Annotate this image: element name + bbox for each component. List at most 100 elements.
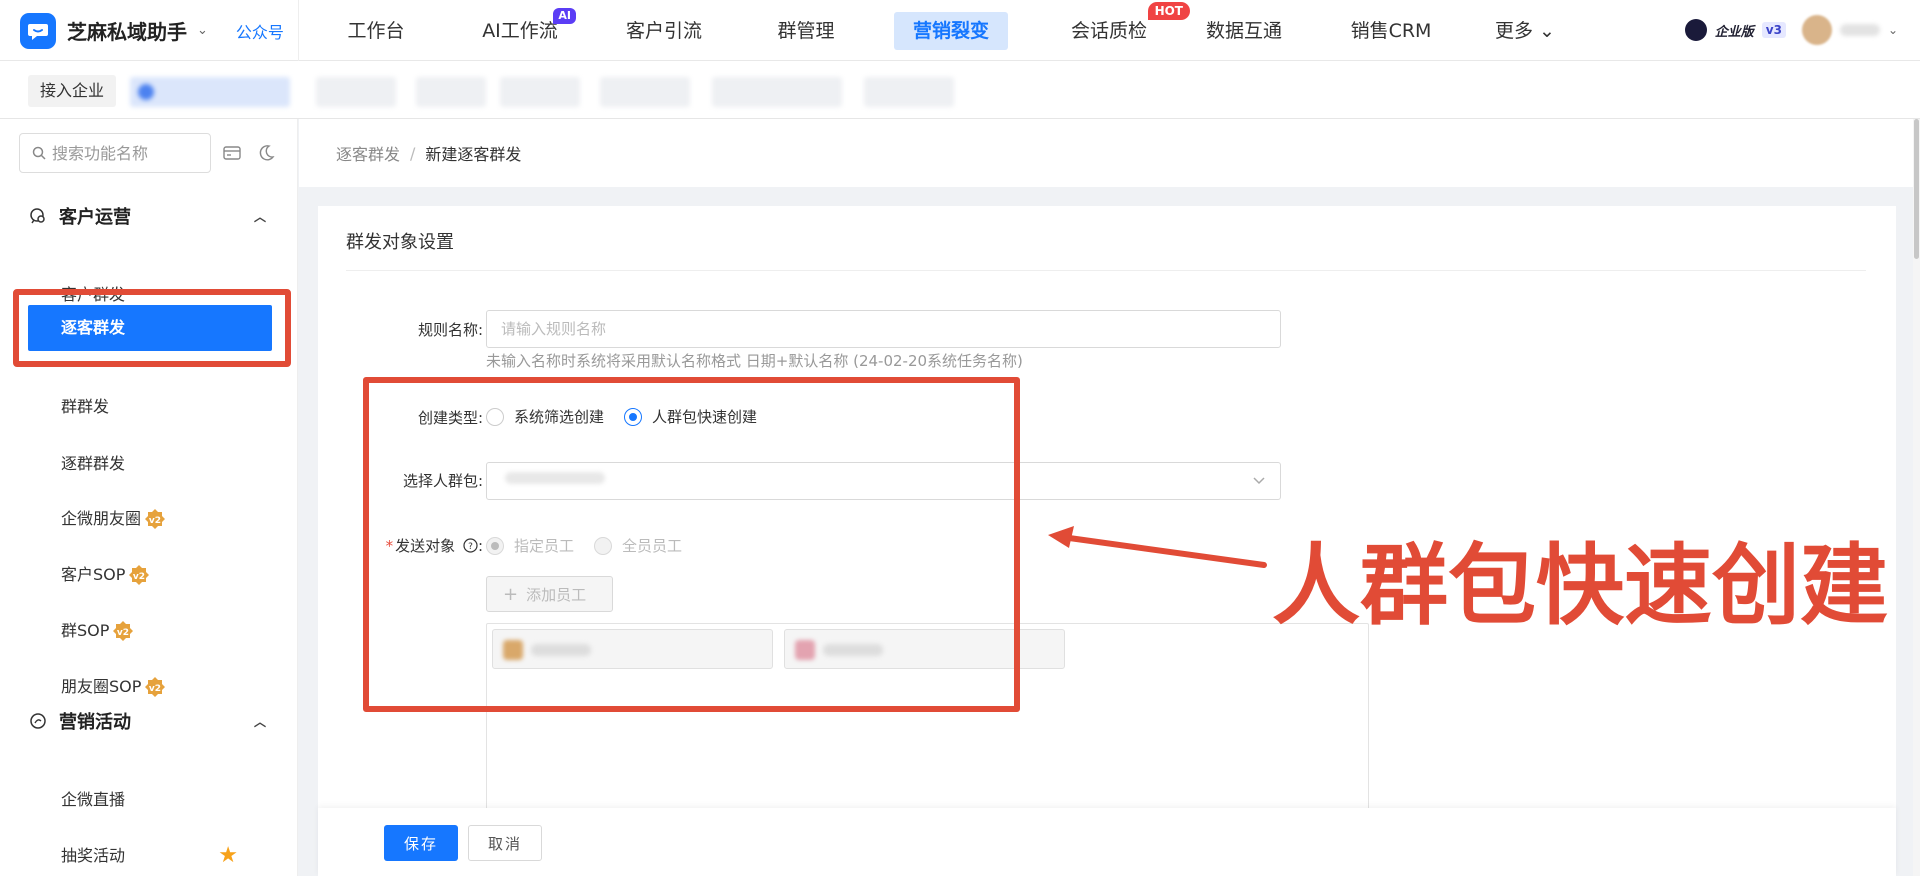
edition-version-badge: v3	[1761, 22, 1786, 38]
nav-item-workbench[interactable]: 工作台	[336, 12, 416, 50]
brand-name: 芝麻私域助手	[67, 20, 187, 44]
breadcrumb-current: 新建逐客群发	[425, 145, 522, 164]
radio-label[interactable]: 指定员工	[514, 535, 574, 556]
rule-name-label: 规则名称:	[417, 321, 483, 339]
staff-avatar	[503, 640, 523, 660]
enterprise-tab[interactable]	[500, 77, 580, 107]
rule-name-hint: 未输入名称时系统将采用默认名称格式 日期+默认名称 (24-02-20系统任务名…	[486, 352, 1023, 370]
plus-icon: +	[503, 583, 519, 605]
brand-area[interactable]: 芝麻私域助手 ⌄ 公众号	[0, 0, 298, 61]
v2-badge-icon: v2	[112, 620, 134, 642]
menu-item-lottery[interactable]: 抽奖活动 ★	[28, 833, 272, 876]
enterprise-tab[interactable]	[600, 77, 690, 107]
official-account-link[interactable]: 公众号	[236, 19, 284, 43]
nav-item-more[interactable]: 更多 ⌄	[1490, 12, 1560, 50]
enterprise-tab-active[interactable]	[130, 77, 290, 107]
cancel-button[interactable]: 取消	[468, 825, 542, 861]
breadcrumb-parent-link[interactable]: 逐客群发	[336, 141, 400, 165]
radio-specific-staff[interactable]	[486, 536, 504, 555]
scrollbar-thumb[interactable]	[1914, 119, 1919, 259]
annotation-label: 人群包快速创建	[1272, 534, 1889, 637]
chevron-down-icon	[1252, 470, 1266, 494]
enterprise-tabs-bar: 接入企业	[0, 61, 1920, 119]
nav-item-session-inspection[interactable]: 会话质检 HOT	[1054, 2, 1190, 50]
radio-crowd-pack-quick[interactable]	[624, 407, 643, 426]
staff-name-blurred	[823, 644, 883, 656]
page-scrollbar[interactable]	[1913, 119, 1920, 876]
account-area[interactable]: 企业版 v3 ⌄	[1684, 14, 1898, 46]
add-staff-button[interactable]: + 添加员工	[486, 576, 613, 612]
section-title: 群发对象设置	[346, 232, 454, 253]
collapse-chevron-up-icon[interactable]: ︿	[254, 713, 266, 730]
search-icon	[32, 146, 46, 160]
menu-group-title: 客户运营	[59, 207, 131, 228]
enterprise-logo-icon	[1684, 19, 1707, 41]
hot-badge: HOT	[1147, 2, 1190, 20]
function-search-box[interactable]	[19, 133, 211, 173]
radio-label[interactable]: 人群包快速创建	[652, 406, 757, 427]
top-navigation: 芝麻私域助手 ⌄ 公众号 工作台 AI工作流 AI 客户引流 群管理 营销裂变 会…	[0, 0, 1920, 61]
form-footer: 保存 取消	[318, 808, 1896, 876]
nav-item-group-management[interactable]: 群管理	[766, 12, 846, 50]
crowd-pack-select[interactable]	[486, 462, 1281, 500]
ai-badge: AI	[553, 8, 576, 24]
rule-name-input[interactable]	[487, 311, 1280, 347]
customer-operation-icon	[27, 207, 49, 225]
enterprise-tab-icon	[138, 84, 154, 100]
nav-divider	[298, 0, 299, 61]
save-button[interactable]: 保存	[384, 825, 458, 861]
nav-item-sales-crm[interactable]: 销售CRM	[1336, 12, 1446, 50]
user-avatar[interactable]	[1801, 15, 1832, 45]
collapse-chevron-up-icon[interactable]: ︿	[254, 208, 266, 225]
enterprise-tab[interactable]	[416, 77, 486, 107]
nav-item-ai-workflow[interactable]: AI工作流 AI	[470, 8, 576, 50]
menu-group-marketing-activity[interactable]: 营销活动 ︿	[0, 701, 298, 741]
section-divider	[346, 270, 1866, 271]
enterprise-tab[interactable]	[864, 77, 954, 107]
staff-chip[interactable]	[784, 629, 1065, 669]
v2-badge-icon: v2	[144, 676, 166, 698]
menu-item-group-broadcast[interactable]: 群群发	[28, 384, 272, 430]
v2-badge-icon: v2	[128, 564, 150, 586]
selected-value-blurred	[505, 472, 605, 484]
edition-label: 企业版	[1714, 24, 1754, 40]
send-target-label: * 发送对象 ?:	[385, 537, 483, 555]
marketing-activity-icon	[27, 712, 49, 730]
menu-item-wecom-moments[interactable]: 企微朋友圈 v2	[28, 496, 272, 542]
user-menu-chevron-icon[interactable]: ⌄	[1888, 23, 1898, 37]
staff-chip[interactable]	[492, 629, 773, 669]
brand-logo-icon	[20, 12, 56, 49]
breadcrumb-separator: /	[410, 143, 416, 163]
enterprise-tab[interactable]	[712, 77, 842, 107]
dark-mode-icon[interactable]	[255, 142, 277, 164]
menu-group-customer-operation[interactable]: 客户运营 ︿	[0, 196, 298, 236]
v2-badge-icon: v2	[144, 508, 166, 530]
enterprise-tab[interactable]	[316, 77, 396, 107]
menu-item-wecom-live[interactable]: 企微直播	[28, 777, 272, 823]
create-type-radio-group: 系统筛选创建 人群包快速创建	[486, 406, 777, 427]
svg-text:v2: v2	[149, 684, 161, 694]
user-name-blurred	[1839, 24, 1880, 36]
required-mark: *	[385, 537, 394, 555]
svg-text:?: ?	[468, 542, 473, 552]
menu-item-one-by-one-broadcast[interactable]: 逐客群发	[28, 305, 272, 351]
menu-item-per-group-broadcast[interactable]: 逐群群发	[28, 441, 272, 487]
radio-label[interactable]: 系统筛选创建	[514, 406, 604, 427]
function-search-input[interactable]	[52, 143, 202, 163]
annotation-arrow-icon	[1048, 526, 1267, 568]
nav-item-marketing-fission[interactable]: 营销裂变	[894, 12, 1008, 50]
nav-item-data-sync[interactable]: 数据互通	[1196, 12, 1292, 50]
join-enterprise-button[interactable]: 接入企业	[28, 75, 117, 107]
radio-all-staff[interactable]	[594, 536, 613, 555]
menu-group-title: 营销活动	[59, 712, 131, 733]
nav-item-customer-acquisition[interactable]: 客户引流	[616, 12, 712, 50]
brand-switch-chevron-icon[interactable]: ⌄	[197, 23, 208, 38]
menu-item-group-sop[interactable]: 群SOP v2	[28, 608, 272, 654]
card-view-icon[interactable]	[221, 142, 243, 164]
question-circle-icon[interactable]: ?	[463, 538, 478, 553]
radio-system-filter[interactable]	[486, 407, 504, 426]
menu-item-customer-sop[interactable]: 客户SOP v2	[28, 552, 272, 598]
create-type-label: 创建类型:	[417, 409, 483, 427]
radio-label[interactable]: 全员员工	[622, 535, 682, 556]
rule-name-field[interactable]	[486, 310, 1281, 348]
